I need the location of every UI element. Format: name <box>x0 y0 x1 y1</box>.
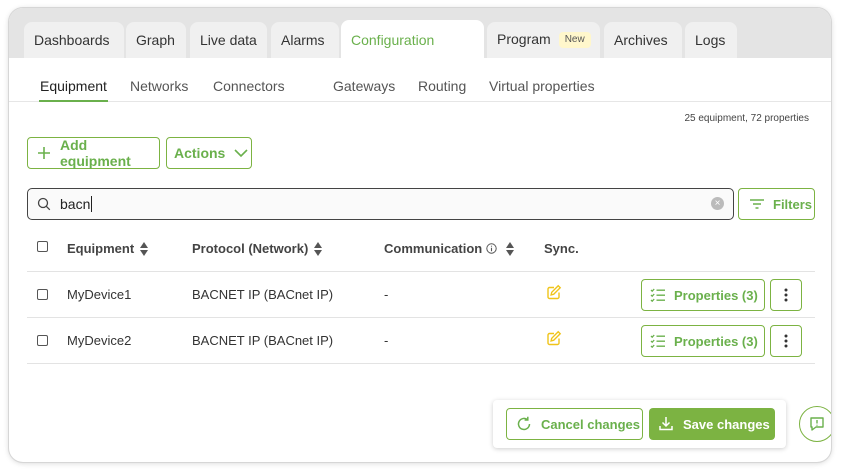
subtab-equipment[interactable]: Equipment <box>39 78 108 102</box>
tab-label: Live data <box>200 32 257 48</box>
equipment-name: MyDevice1 <box>67 287 132 302</box>
changes-bar: Cancel changes Save changes <box>493 400 786 448</box>
subtab-networks[interactable]: Networks <box>130 78 188 94</box>
add-equipment-button[interactable]: Add equipment <box>27 137 160 169</box>
plus-icon <box>36 145 52 161</box>
cancel-changes-label: Cancel changes <box>541 416 640 432</box>
tab-label: Configuration <box>351 32 435 48</box>
protocol-value: BACNET IP (BACnet IP) <box>192 333 334 348</box>
tab-label: Alarms <box>281 32 325 48</box>
filters-button[interactable]: Filters <box>738 188 815 220</box>
chat-help-icon <box>808 415 826 433</box>
subtab-virtual-properties[interactable]: Virtual properties <box>489 78 595 94</box>
tab-graph[interactable]: Graph <box>126 22 186 58</box>
help-button[interactable] <box>799 406 831 442</box>
tab-label: Logs <box>695 32 726 48</box>
sub-tabbar: Equipment Networks Connectors Gateways R… <box>9 58 831 102</box>
info-icon[interactable] <box>486 243 497 254</box>
summary-counts: 25 equipment, 72 properties <box>684 113 809 124</box>
clear-icon[interactable]: × <box>711 197 724 210</box>
table-row: MyDevice1 BACNET IP (BACnet IP) - Proper… <box>27 272 815 318</box>
tab-dashboards[interactable]: Dashboards <box>24 22 124 58</box>
properties-label: Properties (3) <box>674 333 758 349</box>
actions-label: Actions <box>174 145 226 161</box>
kebab-icon <box>784 288 788 302</box>
list-check-icon <box>650 334 666 348</box>
header-equipment[interactable]: Equipment <box>67 241 149 256</box>
select-all-checkbox[interactable] <box>37 241 48 252</box>
properties-button[interactable]: Properties (3) <box>641 325 765 357</box>
save-changes-button[interactable]: Save changes <box>649 408 775 440</box>
edit-icon[interactable] <box>546 284 562 303</box>
add-equipment-label: Add equipment <box>60 137 131 169</box>
actions-dropdown[interactable]: Actions <box>166 137 252 169</box>
subtab-gateways[interactable]: Gateways <box>333 78 395 94</box>
table-header: Equipment Protocol (Network) Communicati… <box>27 228 815 272</box>
download-icon <box>657 415 675 433</box>
sort-icon[interactable] <box>140 241 149 256</box>
tab-live-data[interactable]: Live data <box>190 22 267 58</box>
kebab-icon <box>784 334 788 348</box>
search-value: bacn <box>60 196 93 212</box>
row-menu-button[interactable] <box>770 279 802 311</box>
properties-label: Properties (3) <box>674 287 758 303</box>
tab-label: Program <box>497 31 551 47</box>
tab-label: Archives <box>614 32 668 48</box>
row-checkbox[interactable] <box>37 289 48 300</box>
subtab-routing[interactable]: Routing <box>418 78 466 94</box>
refresh-icon <box>515 415 533 433</box>
sort-icon[interactable] <box>506 241 515 256</box>
filter-icon <box>749 198 765 210</box>
app-window: Dashboards Graph Live data Alarms Config… <box>9 8 831 462</box>
communication-value: - <box>384 287 389 302</box>
tab-alarms[interactable]: Alarms <box>271 22 339 58</box>
header-communication[interactable]: Communication <box>384 241 515 256</box>
cancel-changes-button[interactable]: Cancel changes <box>506 408 643 440</box>
search-input[interactable]: bacn × <box>27 188 734 220</box>
row-menu-button[interactable] <box>770 325 802 357</box>
row-checkbox[interactable] <box>37 335 48 346</box>
list-check-icon <box>650 288 666 302</box>
save-changes-label: Save changes <box>683 416 770 432</box>
tab-program[interactable]: Program New <box>487 22 600 58</box>
protocol-value: BACNET IP (BACnet IP) <box>192 287 334 302</box>
filters-label: Filters <box>773 196 813 212</box>
properties-button[interactable]: Properties (3) <box>641 279 765 311</box>
tab-label: Dashboards <box>34 32 110 48</box>
table-row: MyDevice2 BACNET IP (BACnet IP) - Proper… <box>27 318 815 364</box>
tab-configuration[interactable]: Configuration <box>341 20 484 58</box>
tab-label: Graph <box>136 32 175 48</box>
chevron-down-icon <box>234 148 248 158</box>
main-tabbar: Dashboards Graph Live data Alarms Config… <box>9 8 831 58</box>
equipment-name: MyDevice2 <box>67 333 132 348</box>
new-badge: New <box>558 32 591 49</box>
communication-value: - <box>384 333 389 348</box>
subtab-connectors[interactable]: Connectors <box>213 78 285 94</box>
header-protocol[interactable]: Protocol (Network) <box>192 241 323 256</box>
sort-icon[interactable] <box>314 241 323 256</box>
edit-icon[interactable] <box>546 330 562 349</box>
equipment-table: Equipment Protocol (Network) Communicati… <box>27 228 815 364</box>
tab-archives[interactable]: Archives <box>604 22 682 58</box>
search-icon <box>37 197 51 216</box>
header-sync: Sync. <box>544 241 579 256</box>
tab-logs[interactable]: Logs <box>685 22 737 58</box>
